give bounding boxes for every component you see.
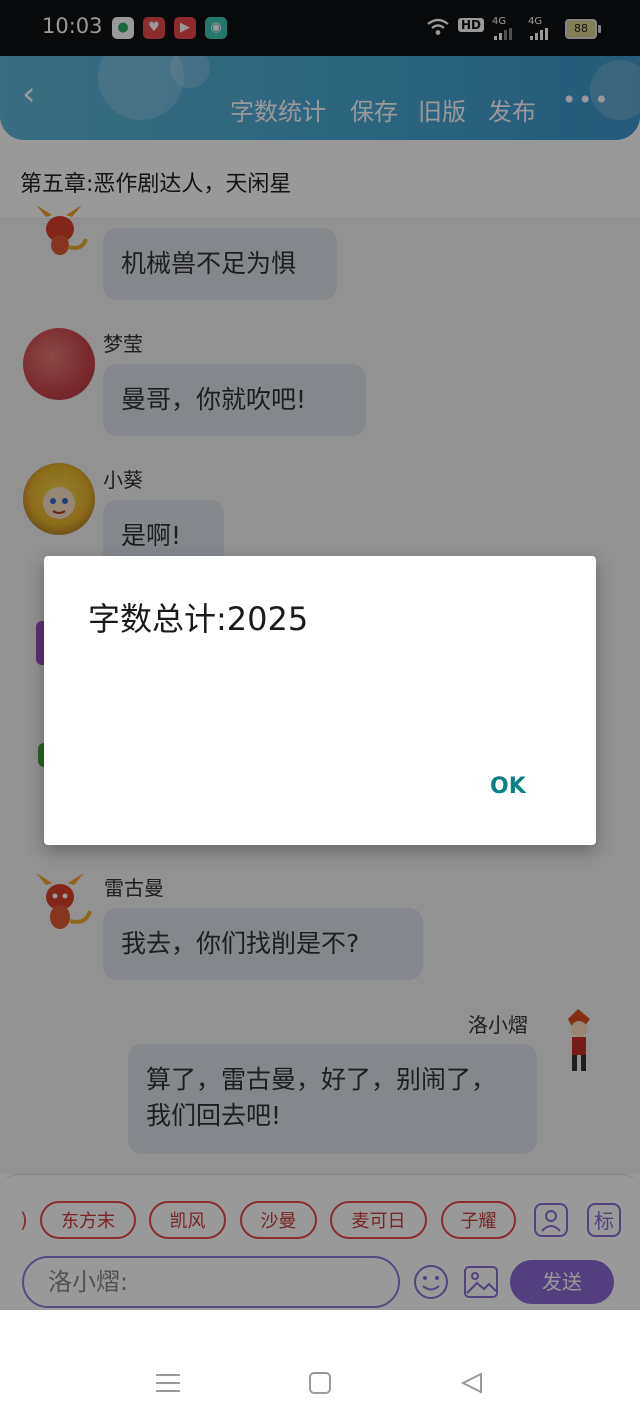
word-count-dialog: 字数总计:2025 OK xyxy=(44,556,596,845)
ok-button[interactable]: OK xyxy=(490,774,526,799)
dialog-title: 字数总计:2025 xyxy=(88,600,309,638)
home-icon[interactable] xyxy=(309,1372,331,1394)
menu-icon[interactable] xyxy=(156,1372,180,1394)
back-icon[interactable] xyxy=(461,1372,483,1394)
system-nav-bar xyxy=(0,1310,640,1422)
